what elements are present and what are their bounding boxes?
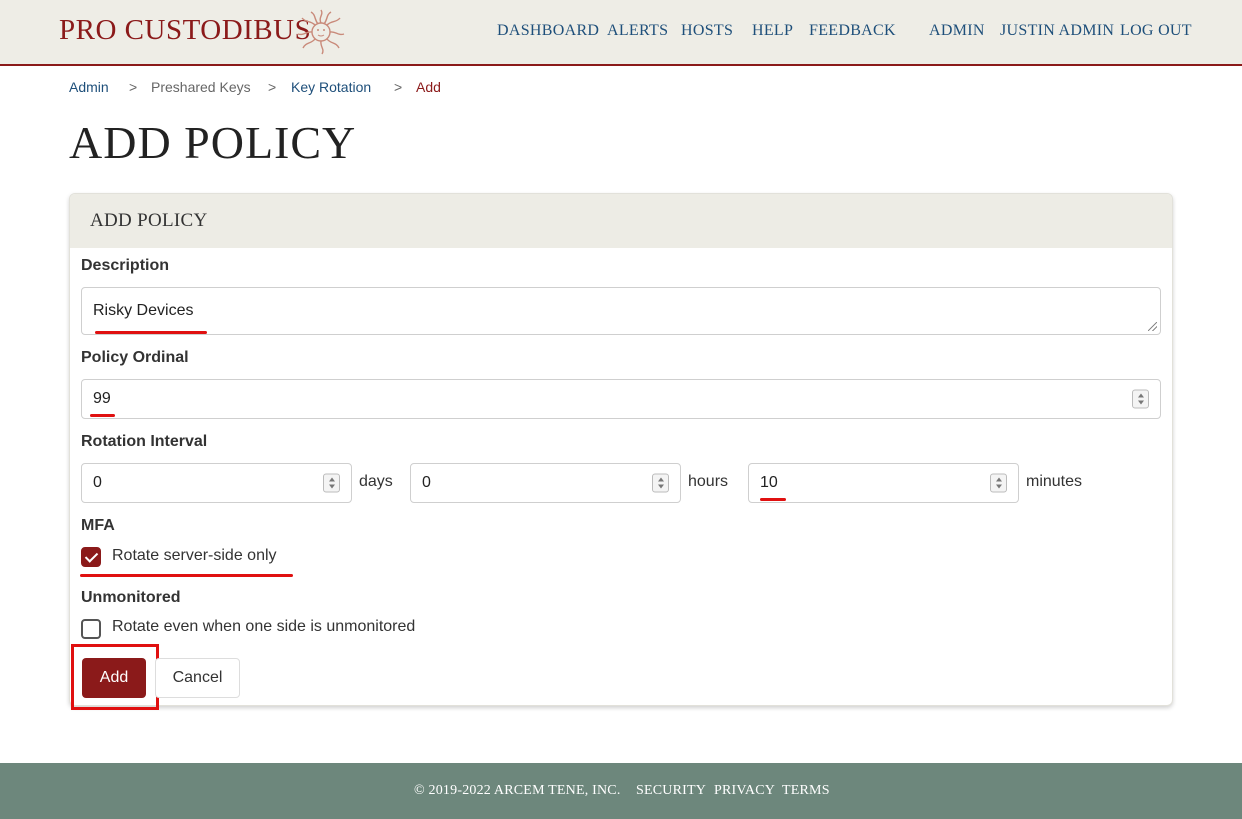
footer-security-link[interactable]: SECURITY xyxy=(636,783,706,799)
highlight-underline xyxy=(90,414,115,417)
spinner-icon[interactable] xyxy=(652,473,669,493)
interval-days-value: 0 xyxy=(93,474,102,491)
policy-ordinal-label: Policy Ordinal xyxy=(81,349,189,366)
hours-unit-label: hours xyxy=(688,473,729,490)
highlight-underline xyxy=(80,574,293,577)
breadcrumb-separator: > xyxy=(129,79,138,95)
breadcrumb-key-rotation[interactable]: Key Rotation xyxy=(291,79,371,95)
minutes-unit-label: minutes xyxy=(1026,473,1083,490)
description-value: Risky Devices xyxy=(93,302,194,319)
card-header: ADD POLICY xyxy=(70,194,1172,248)
spinner-icon[interactable] xyxy=(1132,389,1149,409)
card-title: ADD POLICY xyxy=(90,210,208,231)
description-label: Description xyxy=(81,257,170,274)
spinner-icon[interactable] xyxy=(323,473,340,493)
nav-admin[interactable]: ADMIN xyxy=(929,22,985,40)
rotation-interval-label: Rotation Interval xyxy=(81,433,208,450)
interval-hours-field[interactable]: 0 xyxy=(410,463,681,503)
breadcrumb-current: Add xyxy=(416,79,441,95)
breadcrumb-preshared-keys: Preshared Keys xyxy=(151,79,251,95)
nav-alerts[interactable]: ALERTS xyxy=(607,22,668,40)
nav-feedback[interactable]: FEEDBACK xyxy=(809,22,896,40)
logo-text[interactable]: PRO CUSTODIBUS xyxy=(59,14,311,47)
spinner-icon[interactable] xyxy=(990,473,1007,493)
unmonitored-option-label: Rotate even when one side is unmonitored xyxy=(112,618,416,635)
policy-ordinal-field[interactable]: 99 xyxy=(81,379,1161,419)
nav-dashboard[interactable]: DASHBOARD xyxy=(497,22,599,40)
mfa-label: MFA xyxy=(81,517,115,534)
footer-copyright: © 2019-2022 ARCEM TENE, INC. xyxy=(414,783,621,798)
nav-help[interactable]: HELP xyxy=(752,22,793,40)
days-unit-label: days xyxy=(359,473,393,490)
add-button[interactable]: Add xyxy=(82,658,146,698)
interval-minutes-value: 10 xyxy=(760,474,778,491)
unmonitored-label: Unmonitored xyxy=(81,589,181,606)
mfa-option-label: Rotate server-side only xyxy=(112,547,277,564)
interval-minutes-field[interactable]: 10 xyxy=(748,463,1019,503)
page-title: ADD POLICY xyxy=(69,117,357,168)
unmonitored-checkbox[interactable] xyxy=(81,619,101,639)
interval-hours-value: 0 xyxy=(422,474,431,491)
cancel-button[interactable]: Cancel xyxy=(155,658,240,698)
breadcrumb-separator: > xyxy=(394,79,403,95)
highlight-underline xyxy=(95,331,207,334)
nav-user[interactable]: JUSTIN ADMIN xyxy=(1000,22,1114,40)
breadcrumb-admin[interactable]: Admin xyxy=(69,79,109,95)
mfa-checkbox[interactable] xyxy=(81,547,101,567)
description-field[interactable]: Risky Devices xyxy=(81,287,1161,335)
breadcrumb-separator: > xyxy=(268,79,277,95)
interval-days-field[interactable]: 0 xyxy=(81,463,352,503)
top-navigation-bar: PRO CUSTODIBUS DASHBOARD ALERTS HOSTS HE… xyxy=(0,0,1242,66)
medusa-logo-icon[interactable] xyxy=(296,9,346,55)
footer-terms-link[interactable]: TERMS xyxy=(782,783,830,799)
resize-handle-icon[interactable] xyxy=(1148,322,1157,331)
nav-hosts[interactable]: HOSTS xyxy=(681,22,733,40)
policy-ordinal-value: 99 xyxy=(93,390,111,407)
footer: © 2019-2022 ARCEM TENE, INC. SECURITY PR… xyxy=(0,763,1242,819)
highlight-underline xyxy=(760,498,786,501)
nav-logout[interactable]: LOG OUT xyxy=(1120,22,1192,40)
footer-privacy-link[interactable]: PRIVACY xyxy=(714,783,775,799)
